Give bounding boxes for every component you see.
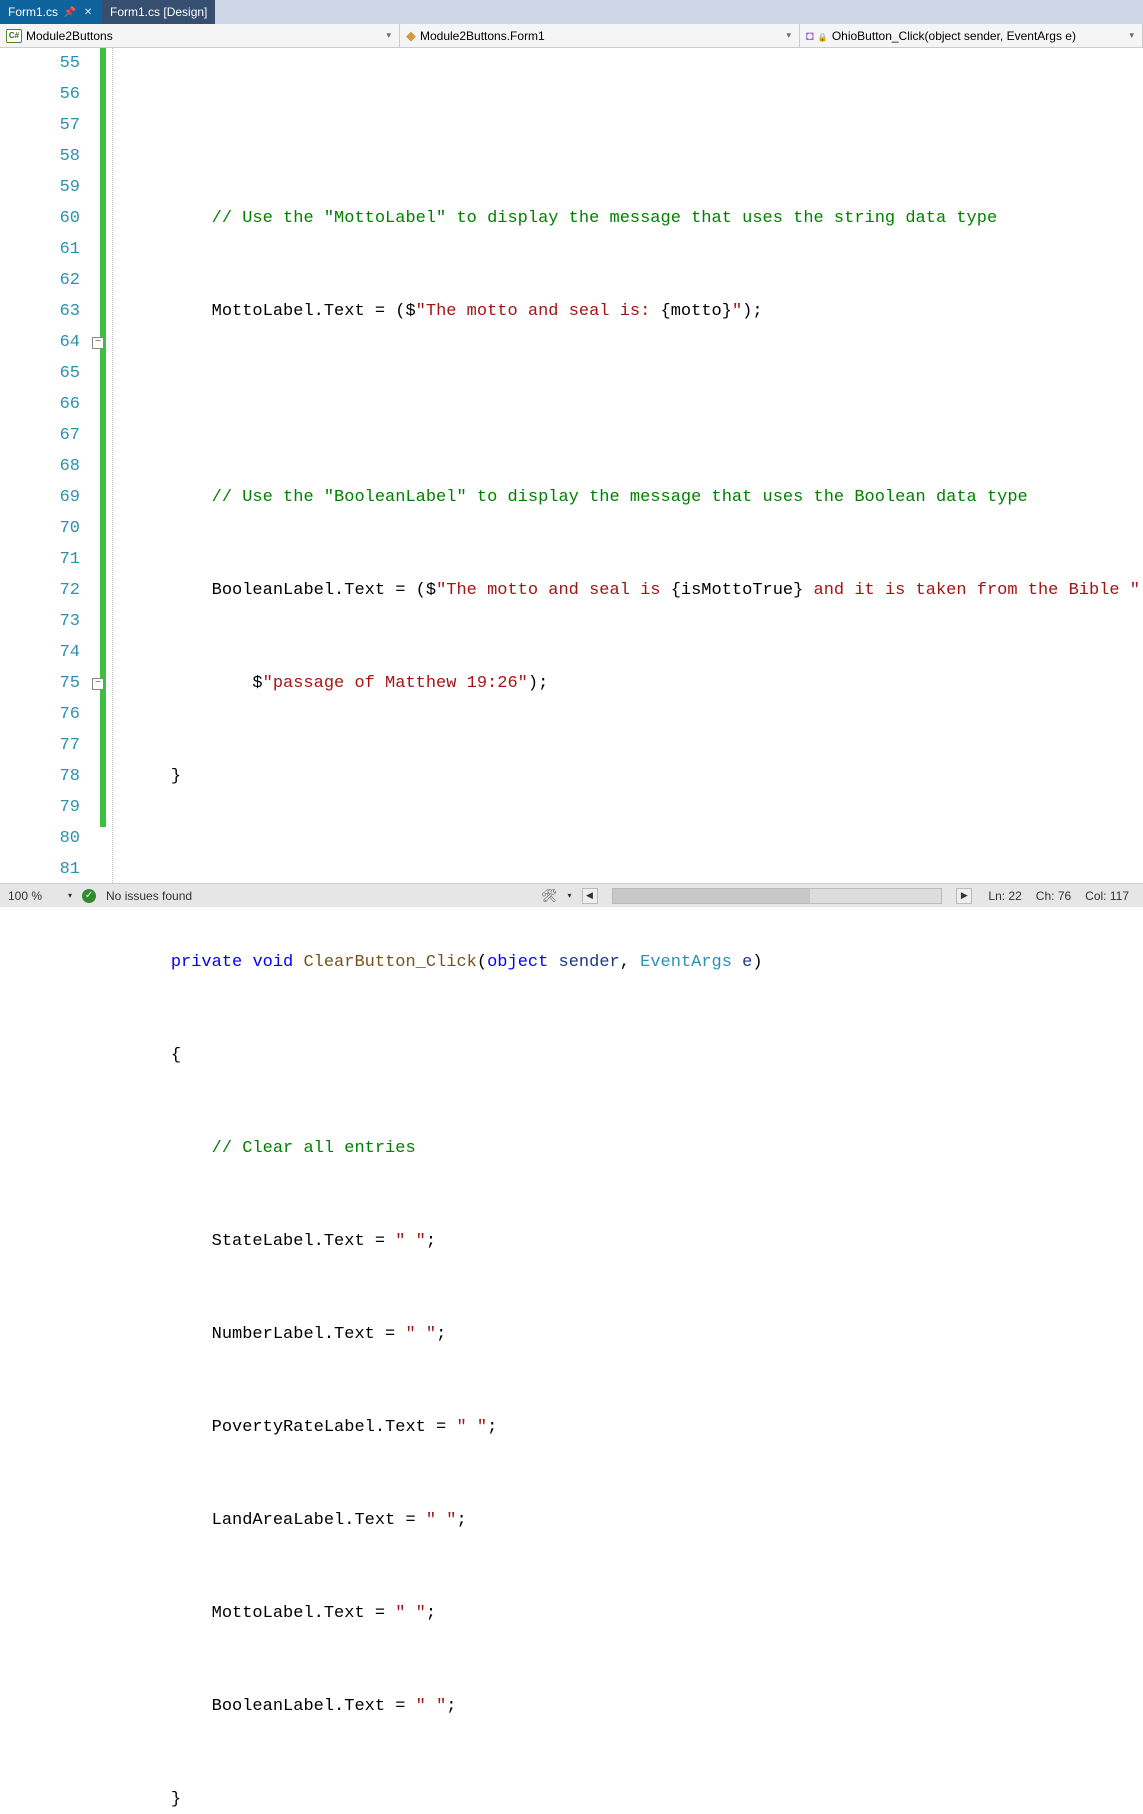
editor-status-bar: 100 % ▾ ✓ No issues found 🛠 ▾ ◀ ▶ Ln: 22… <box>0 883 1143 907</box>
line-number: 62 <box>0 265 80 296</box>
line-number: 58 <box>0 141 80 172</box>
line-number: 60 <box>0 203 80 234</box>
chevron-down-icon: ▾ <box>782 30 795 41</box>
line-number: 77 <box>0 730 80 761</box>
line-number: 66 <box>0 389 80 420</box>
line-number: 61 <box>0 234 80 265</box>
line-number: 71 <box>0 544 80 575</box>
scroll-right-button[interactable]: ▶ <box>956 888 972 904</box>
lock-icon: 🔒 <box>818 33 828 42</box>
line-number: 68 <box>0 451 80 482</box>
line-number: 70 <box>0 513 80 544</box>
line-number: 57 <box>0 110 80 141</box>
class-icon: ◆ <box>406 28 416 44</box>
line-number: 73 <box>0 606 80 637</box>
method-icon: ◘ <box>806 28 814 43</box>
tab-label: Form1.cs [Design] <box>110 5 207 19</box>
health-ok-icon: ✓ <box>82 889 96 903</box>
line-number: 65 <box>0 358 80 389</box>
scroll-left-button[interactable]: ◀ <box>582 888 598 904</box>
line-number: 56 <box>0 79 80 110</box>
csharp-project-icon: C# <box>6 29 22 43</box>
zoom-caret-icon[interactable]: ▾ <box>68 891 72 900</box>
namespace-text: Module2Buttons <box>26 29 113 43</box>
caret-position: Ln: 22 Ch: 76 Col: 117 <box>982 889 1135 903</box>
member-text: OhioButton_Click(object sender, EventArg… <box>832 29 1076 43</box>
tab-label: Form1.cs <box>8 5 58 19</box>
chevron-down-icon: ▾ <box>1125 30 1138 41</box>
line-number: 80 <box>0 823 80 854</box>
tab-form1-design[interactable]: Form1.cs [Design] <box>102 0 215 24</box>
fold-guide <box>112 48 113 883</box>
line-number: 78 <box>0 761 80 792</box>
class-text: Module2Buttons.Form1 <box>420 29 545 43</box>
chevron-down-icon: ▾ <box>382 30 395 41</box>
line-number: 79 <box>0 792 80 823</box>
member-combo[interactable]: ◘ 🔒 OhioButton_Click(object sender, Even… <box>800 24 1143 47</box>
line-number: 59 <box>0 172 80 203</box>
tab-form1-cs[interactable]: Form1.cs 📌 ✕ <box>0 0 102 24</box>
issues-text[interactable]: No issues found <box>106 889 192 903</box>
zoom-level[interactable]: 100 % <box>8 889 58 903</box>
line-number: 55 <box>0 48 80 79</box>
outline-margin: − − <box>90 48 130 883</box>
namespace-combo[interactable]: C# Module2Buttons ▾ <box>0 24 400 47</box>
close-icon[interactable]: ✕ <box>82 6 94 18</box>
code-editor[interactable]: 5556575859606162636465666768697071727374… <box>0 48 1143 883</box>
collapse-toggle[interactable]: − <box>92 678 104 690</box>
class-combo[interactable]: ◆ Module2Buttons.Form1 ▾ <box>400 24 800 47</box>
h-scroll-thumb[interactable] <box>613 889 810 903</box>
line-number: 76 <box>0 699 80 730</box>
screwdriver-icon[interactable]: 🛠 <box>541 888 558 904</box>
code-surface[interactable]: // Use the "MottoLabel" to display the m… <box>130 48 1143 883</box>
h-scrollbar[interactable] <box>612 888 943 904</box>
change-tracking-bar <box>100 48 106 827</box>
line-number: 63 <box>0 296 80 327</box>
line-number: 75 <box>0 668 80 699</box>
line-number: 64 <box>0 327 80 358</box>
pin-icon[interactable]: 📌 <box>64 6 76 18</box>
line-number: 81 <box>0 854 80 885</box>
code-nav-bar: C# Module2Buttons ▾ ◆ Module2Buttons.For… <box>0 24 1143 48</box>
line-number: 69 <box>0 482 80 513</box>
line-number: 67 <box>0 420 80 451</box>
line-number-gutter: 5556575859606162636465666768697071727374… <box>0 48 90 883</box>
document-tabstrip: Form1.cs 📌 ✕ Form1.cs [Design] <box>0 0 1143 24</box>
line-number: 74 <box>0 637 80 668</box>
collapse-toggle[interactable]: − <box>92 337 104 349</box>
quickactions-caret-icon[interactable]: ▾ <box>567 891 571 900</box>
line-number: 72 <box>0 575 80 606</box>
